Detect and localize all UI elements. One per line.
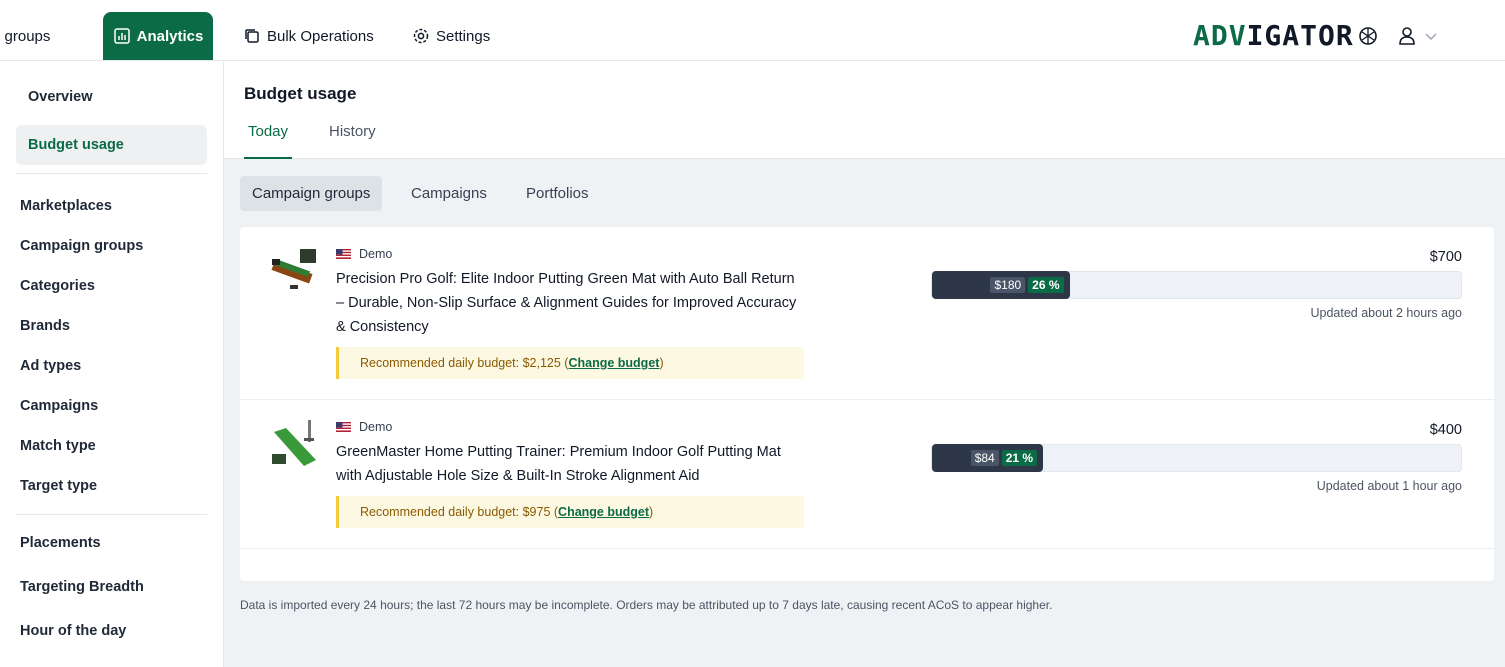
advigator-logo[interactable]: ADVIGATOR — [1193, 20, 1354, 52]
product-title[interactable]: Precision Pro Golf: Elite Indoor Putting… — [336, 267, 806, 339]
tab-history[interactable]: History — [325, 119, 380, 159]
tab-today[interactable]: Today — [244, 119, 293, 159]
sidebar-item-targeting-breadth[interactable]: Targeting Breadth — [20, 577, 144, 597]
page-title: Budget usage — [244, 84, 357, 103]
data-import-footnote: Data is imported every 24 hours; the las… — [240, 598, 1053, 612]
marketplace-label: Demo — [359, 247, 393, 261]
list-item: Demo Precision Pro Golf: Elite Indoor Pu… — [240, 227, 1494, 400]
marketplace-label: Demo — [359, 420, 393, 434]
nav-bulk-operations-label: Bulk Operations — [267, 27, 374, 45]
daily-budget-amount: $700 — [1429, 249, 1462, 265]
spent-percent: 21 % — [1001, 450, 1038, 466]
globe-icon[interactable] — [1357, 25, 1379, 47]
page-header: Budget usage Today History — [224, 61, 1505, 159]
recommended-budget-text: Recommended daily budget: $2,125 ( — [360, 356, 569, 370]
spent-amount: $180 — [990, 277, 1026, 293]
sidebar-item-campaigns[interactable]: Campaigns — [20, 396, 98, 416]
sidebar-divider — [16, 173, 207, 174]
sidebar-divider — [16, 514, 207, 515]
gear-icon — [413, 28, 429, 44]
recommended-budget-note: Recommended daily budget: $975 (Change b… — [336, 496, 804, 528]
top-navigation: aign groups Analytics Bulk Operations Se… — [0, 0, 1505, 61]
spent-percent: 26 % — [1028, 277, 1064, 293]
sidebar-item-ad-types[interactable]: Ad types — [20, 356, 81, 376]
sidebar-item-categories[interactable]: Categories — [20, 276, 95, 296]
recommended-budget-close: ) — [649, 505, 654, 519]
subtab-campaigns[interactable]: Campaigns — [399, 176, 499, 211]
nav-campaign-groups[interactable]: aign groups — [0, 12, 50, 60]
nav-analytics-label: Analytics — [136, 27, 204, 45]
sidebar-item-campaign-groups[interactable]: Campaign groups — [20, 236, 143, 256]
subtab-portfolios[interactable]: Portfolios — [514, 176, 601, 211]
user-icon — [1399, 27, 1415, 45]
product-thumbnail[interactable] — [270, 245, 320, 295]
sidebar-item-target-type[interactable]: Target type — [20, 476, 97, 496]
updated-timestamp: Updated about 1 hour ago — [1316, 479, 1462, 493]
nav-campaign-groups-label: aign groups — [0, 27, 51, 45]
budget-usage-bar: $180 26 % — [931, 271, 1462, 299]
logo-part-adv: ADV — [1193, 19, 1247, 52]
sidebar-item-placements[interactable]: Placements — [20, 533, 101, 553]
nav-settings[interactable]: Settings — [412, 12, 490, 60]
sidebar-item-brands[interactable]: Brands — [20, 316, 70, 336]
sidebar-item-budget-usage[interactable]: Budget usage — [16, 125, 207, 165]
spent-amount: $84 — [970, 450, 999, 466]
user-menu-button[interactable] — [1397, 24, 1441, 48]
us-flag-icon — [336, 249, 351, 259]
sidebar-item-marketplaces[interactable]: Marketplaces — [20, 196, 112, 216]
subtab-campaign-groups[interactable]: Campaign groups — [240, 176, 383, 211]
nav-bulk-operations[interactable]: Bulk Operations — [243, 12, 374, 60]
change-budget-link[interactable]: Change budget — [558, 505, 649, 519]
budget-list-card: Demo Precision Pro Golf: Elite Indoor Pu… — [240, 227, 1494, 581]
budget-usage-fill: $84 21 % — [932, 444, 1044, 472]
copy-icon — [245, 29, 259, 43]
sidebar-item-overview[interactable]: Overview — [28, 87, 93, 107]
product-thumbnail[interactable] — [270, 418, 320, 468]
sidebar-item-match-type[interactable]: Match type — [20, 436, 96, 456]
sidebar: Overview Budget usage Marketplaces Campa… — [0, 61, 224, 667]
product-title[interactable]: GreenMaster Home Putting Trainer: Premiu… — [336, 440, 806, 488]
recommended-budget-text: Recommended daily budget: $975 ( — [360, 505, 559, 519]
us-flag-icon — [336, 422, 351, 432]
nav-settings-label: Settings — [436, 27, 491, 45]
recommended-budget-close: ) — [659, 356, 664, 370]
main-content: Budget usage Today History Campaign grou… — [224, 61, 1505, 667]
list-item: Demo GreenMaster Home Putting Trainer: P… — [240, 400, 1494, 549]
budget-usage-bar: $84 21 % — [931, 444, 1462, 472]
analytics-icon — [113, 28, 130, 44]
sidebar-item-hour-of-the-day[interactable]: Hour of the day — [20, 621, 126, 641]
logo-part-igator: IGATOR — [1246, 19, 1354, 52]
change-budget-link[interactable]: Change budget — [568, 356, 659, 370]
daily-budget-amount: $400 — [1429, 422, 1462, 438]
recommended-budget-note: Recommended daily budget: $2,125 (Change… — [336, 347, 804, 379]
chevron-down-icon — [1425, 33, 1437, 41]
updated-timestamp: Updated about 2 hours ago — [1310, 306, 1462, 320]
budget-usage-fill: $180 26 % — [932, 271, 1070, 299]
nav-analytics[interactable]: Analytics — [103, 12, 213, 60]
